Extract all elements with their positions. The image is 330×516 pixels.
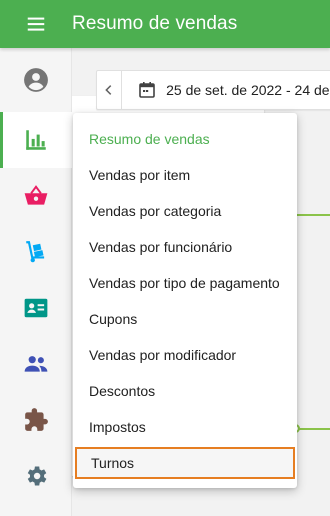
chart-line-segment (296, 428, 330, 430)
people-icon (24, 356, 48, 372)
bar-chart-icon (26, 130, 46, 150)
menu-item-cupons[interactable]: Cupons (73, 301, 297, 337)
menu-item-turnos[interactable]: Turnos (75, 447, 295, 479)
sidebar-item-customers[interactable] (0, 336, 72, 392)
sidebar-item-items[interactable] (0, 168, 72, 224)
sidebar-item-inventory[interactable] (0, 224, 72, 280)
puzzle-icon (25, 408, 48, 431)
sidebar-item-integrations[interactable] (0, 392, 72, 448)
sidebar-item-reports[interactable] (0, 112, 72, 168)
menu-item-vendas-por-categoria[interactable]: Vendas por categoria (73, 193, 297, 229)
menu-item-impostos[interactable]: Impostos (73, 409, 297, 445)
basket-icon (24, 185, 48, 205)
account-circle-icon (24, 68, 48, 92)
chevron-left-icon (105, 85, 112, 95)
menu-item-resumo-de-vendas[interactable]: Resumo de vendas (73, 121, 297, 157)
report-type-menu: Resumo de vendas Vendas por item Vendas … (73, 113, 297, 488)
sidebar-nav (0, 48, 72, 516)
date-range-text: 25 de set. de 2022 - 24 de out. de 2022 (166, 82, 330, 98)
hamburger-menu-icon[interactable] (24, 14, 48, 34)
menu-item-vendas-por-tipo-de-pagamento[interactable]: Vendas por tipo de pagamento (73, 265, 297, 301)
hand-truck-icon (26, 241, 45, 263)
chart-line-segment (296, 214, 330, 216)
menu-item-vendas-por-modificador[interactable]: Vendas por modificador (73, 337, 297, 373)
sidebar-item-employees[interactable] (0, 280, 72, 336)
app-bar: Resumo de vendas (0, 0, 330, 48)
sidebar-item-account[interactable] (0, 52, 72, 108)
calendar-icon (138, 81, 156, 99)
menu-item-vendas-por-funcionario[interactable]: Vendas por funcionário (73, 229, 297, 265)
id-card-icon (24, 298, 48, 318)
menu-item-vendas-por-item[interactable]: Vendas por item (73, 157, 297, 193)
previous-period-button[interactable] (97, 71, 123, 109)
page-title: Resumo de vendas (72, 13, 238, 34)
gear-icon (27, 466, 47, 486)
menu-item-descontos[interactable]: Descontos (73, 373, 297, 409)
sidebar-item-settings[interactable] (0, 448, 72, 504)
date-range-filter[interactable]: 25 de set. de 2022 - 24 de out. de 2022 (96, 70, 330, 110)
